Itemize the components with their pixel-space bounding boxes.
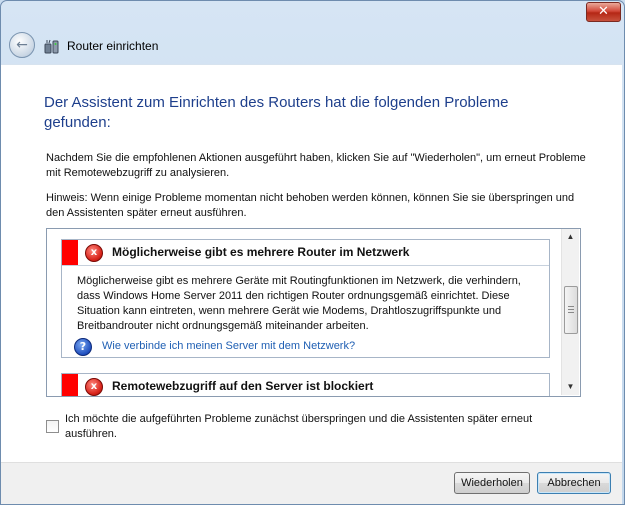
problem-list[interactable]: x Möglicherweise gibt es mehrere Router … (46, 228, 581, 397)
problem-list-scrollbar[interactable]: ▲ ▼ (561, 229, 579, 395)
window-title: Router einrichten (67, 39, 159, 53)
intro-text: Nachdem Sie die empfohlenen Aktionen aus… (46, 152, 586, 179)
problem-card: x Remotewebzugriff auf den Server ist bl… (61, 373, 550, 396)
help-icon: ? (74, 338, 92, 356)
problem-body: Möglicherweise gibt es mehrere Geräte mi… (62, 266, 549, 362)
hint-text: Hinweis: Wenn einige Probleme momentan n… (46, 192, 575, 219)
help-link[interactable]: Wie verbinde ich meinen Server mit dem N… (102, 339, 355, 354)
problem-card: x Möglicherweise gibt es mehrere Router … (61, 239, 550, 358)
error-icon: x (85, 378, 103, 396)
problem-description: Möglicherweise gibt es mehrere Geräte mi… (77, 275, 521, 332)
scroll-up-arrow-icon[interactable]: ▲ (562, 229, 579, 245)
scroll-thumb[interactable] (564, 286, 578, 334)
page-heading: Der Assistent zum Einrichten des Routers… (44, 94, 509, 131)
problem-card-header: x Remotewebzugriff auf den Server ist bl… (62, 374, 549, 396)
skip-problems-label[interactable]: Ich möchte die aufgeführten Probleme zun… (65, 412, 585, 442)
back-button[interactable]: ← (9, 32, 35, 58)
close-button[interactable]: ✕ (586, 2, 621, 22)
severity-bar (62, 374, 78, 396)
cancel-button[interactable]: Abbrechen (537, 472, 611, 494)
severity-bar (62, 240, 78, 265)
scroll-down-arrow-icon[interactable]: ▼ (562, 379, 579, 395)
router-icon (44, 39, 59, 54)
problem-title: Möglicherweise gibt es mehrere Router im… (112, 245, 410, 259)
problem-card-header: x Möglicherweise gibt es mehrere Router … (62, 240, 549, 266)
skip-problems-checkbox[interactable] (46, 420, 59, 433)
error-icon: x (85, 244, 103, 262)
problem-title: Remotewebzugriff auf den Server ist bloc… (112, 379, 374, 393)
retry-button[interactable]: Wiederholen (454, 472, 530, 494)
